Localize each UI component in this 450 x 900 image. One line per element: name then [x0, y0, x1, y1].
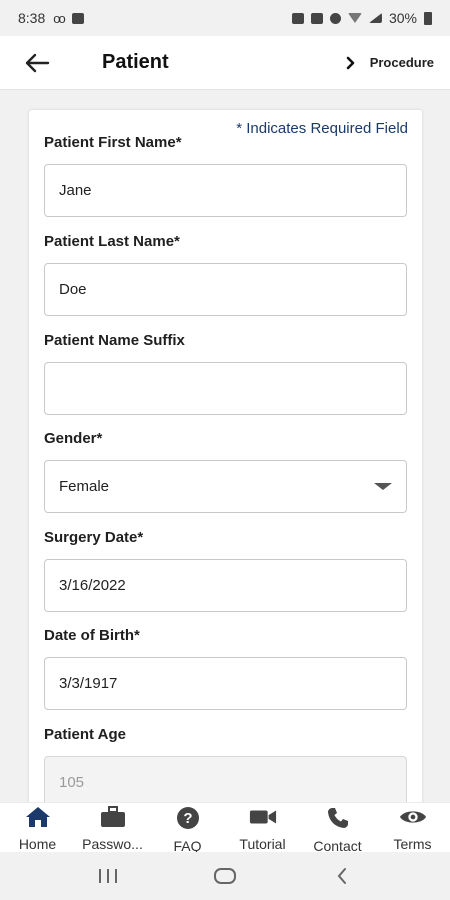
field-date-of-birth: Date of Birth* 3/3/1917 — [44, 627, 408, 710]
patient-form-card: * Indicates Required Field Patient First… — [29, 110, 422, 802]
first-name-input[interactable]: Jane — [44, 164, 407, 217]
voicemail-icon: oo — [53, 10, 66, 26]
briefcase-icon — [99, 806, 127, 828]
field-surgery-date: Surgery Date* 3/16/2022 — [44, 529, 408, 612]
select-value: Female — [59, 478, 110, 495]
gender-select[interactable]: Female — [44, 460, 407, 513]
arrow-left-icon — [25, 53, 50, 72]
nav-item-tutorial[interactable]: Tutorial — [225, 803, 300, 852]
input-value: 3/3/1917 — [59, 675, 118, 692]
back-system-button[interactable] — [322, 856, 362, 896]
nav-label: Passwo... — [82, 836, 143, 852]
home-system-button[interactable] — [205, 856, 245, 896]
recent-apps-button[interactable] — [88, 856, 128, 896]
battery-percent: 30% — [388, 10, 417, 26]
nav-item-passwords[interactable]: Passwo... — [75, 803, 150, 852]
field-last-name: Patient Last Name* Doe — [44, 233, 408, 316]
page-title: Patient — [102, 51, 169, 73]
next-procedure-button[interactable]: Procedure — [346, 55, 434, 70]
nav-item-home[interactable]: Home — [0, 803, 75, 852]
alarm-icon — [310, 12, 323, 24]
status-bar: 8:38 oo 30% — [0, 0, 450, 36]
field-label: Patient First Name* — [44, 134, 182, 151]
last-name-input[interactable]: Doe — [44, 263, 407, 316]
field-gender: Gender* Female — [44, 430, 408, 513]
surgery-date-input[interactable]: 3/16/2022 — [44, 559, 407, 612]
nav-item-faq[interactable]: ? FAQ — [150, 803, 225, 854]
field-label: Date of Birth* — [44, 627, 140, 644]
phone-icon — [324, 806, 352, 830]
chevron-left-icon — [337, 868, 346, 884]
date-of-birth-input[interactable]: 3/3/1917 — [44, 657, 407, 710]
bottom-nav: Home Passwo... ? FAQ Tutorial Contact Te… — [0, 802, 450, 854]
nav-label: Terms — [393, 836, 432, 852]
image-notification-icon — [71, 12, 84, 24]
field-name-suffix: Patient Name Suffix — [44, 332, 408, 415]
wifi-icon — [347, 13, 362, 23]
field-first-name: Patient First Name* Jane — [44, 134, 408, 217]
field-label: Patient Last Name* — [44, 233, 180, 250]
system-nav-bar — [0, 852, 450, 900]
form-scroll-area[interactable]: * Indicates Required Field Patient First… — [0, 90, 450, 802]
next-button-label: Procedure — [369, 55, 434, 70]
app-bar: Patient Procedure — [0, 36, 450, 90]
field-label: Gender* — [44, 430, 103, 447]
help-icon: ? — [174, 806, 202, 830]
input-value: 105 — [59, 774, 85, 791]
recent-apps-icon — [99, 869, 118, 883]
input-value: 3/16/2022 — [59, 577, 126, 594]
battery-icon — [424, 11, 432, 25]
home-pill-icon — [213, 868, 236, 884]
input-value: Doe — [59, 281, 87, 298]
dropdown-arrow-icon — [374, 483, 392, 490]
status-time: 8:38 — [18, 10, 46, 26]
back-button[interactable] — [12, 36, 62, 90]
svg-text:?: ? — [183, 810, 192, 827]
name-suffix-input[interactable] — [44, 362, 407, 415]
input-value: Jane — [59, 182, 92, 199]
video-camera-icon — [249, 806, 277, 828]
nav-item-terms[interactable]: Terms — [375, 803, 450, 852]
field-patient-age: Patient Age 105 — [44, 726, 408, 802]
field-label: Patient Name Suffix — [44, 332, 185, 349]
nfc-icon — [291, 12, 304, 24]
nav-label: Tutorial — [239, 836, 286, 852]
home-icon — [24, 806, 52, 828]
nav-item-contact[interactable]: Contact — [300, 803, 375, 854]
eye-icon — [399, 806, 427, 828]
location-icon — [329, 12, 341, 24]
patient-age-input: 105 — [44, 756, 407, 802]
field-label: Surgery Date* — [44, 529, 144, 546]
field-label: Patient Age — [44, 726, 126, 743]
nav-label: Home — [18, 836, 57, 852]
signal-icon — [368, 13, 382, 23]
chevron-right-icon — [346, 56, 354, 69]
